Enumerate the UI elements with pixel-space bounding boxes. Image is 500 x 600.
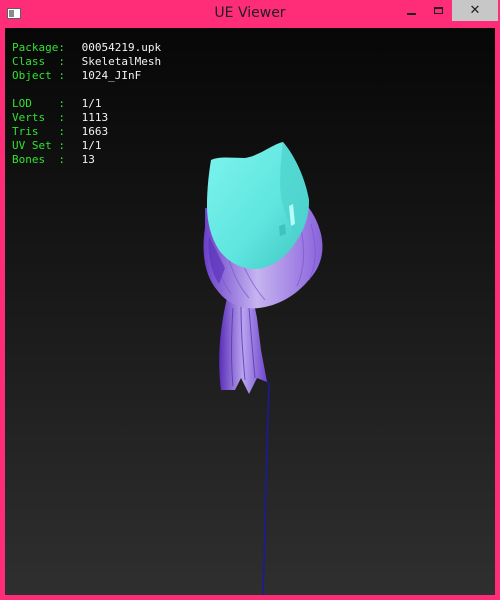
3d-viewport[interactable]: Package: 00054219.upk Class : SkeletalMe…	[5, 28, 495, 595]
app-window: UE Viewer ✕ Package: 00054219.upk Class …	[0, 0, 500, 600]
close-button[interactable]: ✕	[452, 0, 498, 21]
close-icon: ✕	[469, 3, 481, 18]
maximize-icon	[434, 7, 443, 14]
minimize-icon	[407, 12, 416, 15]
skeletal-mesh-render[interactable]	[5, 28, 495, 595]
title-bar[interactable]: UE Viewer ✕	[0, 0, 500, 28]
bone-line	[262, 379, 270, 595]
hair-tail	[219, 298, 267, 394]
maximize-button[interactable]	[425, 0, 452, 21]
minimize-button[interactable]	[398, 0, 425, 21]
